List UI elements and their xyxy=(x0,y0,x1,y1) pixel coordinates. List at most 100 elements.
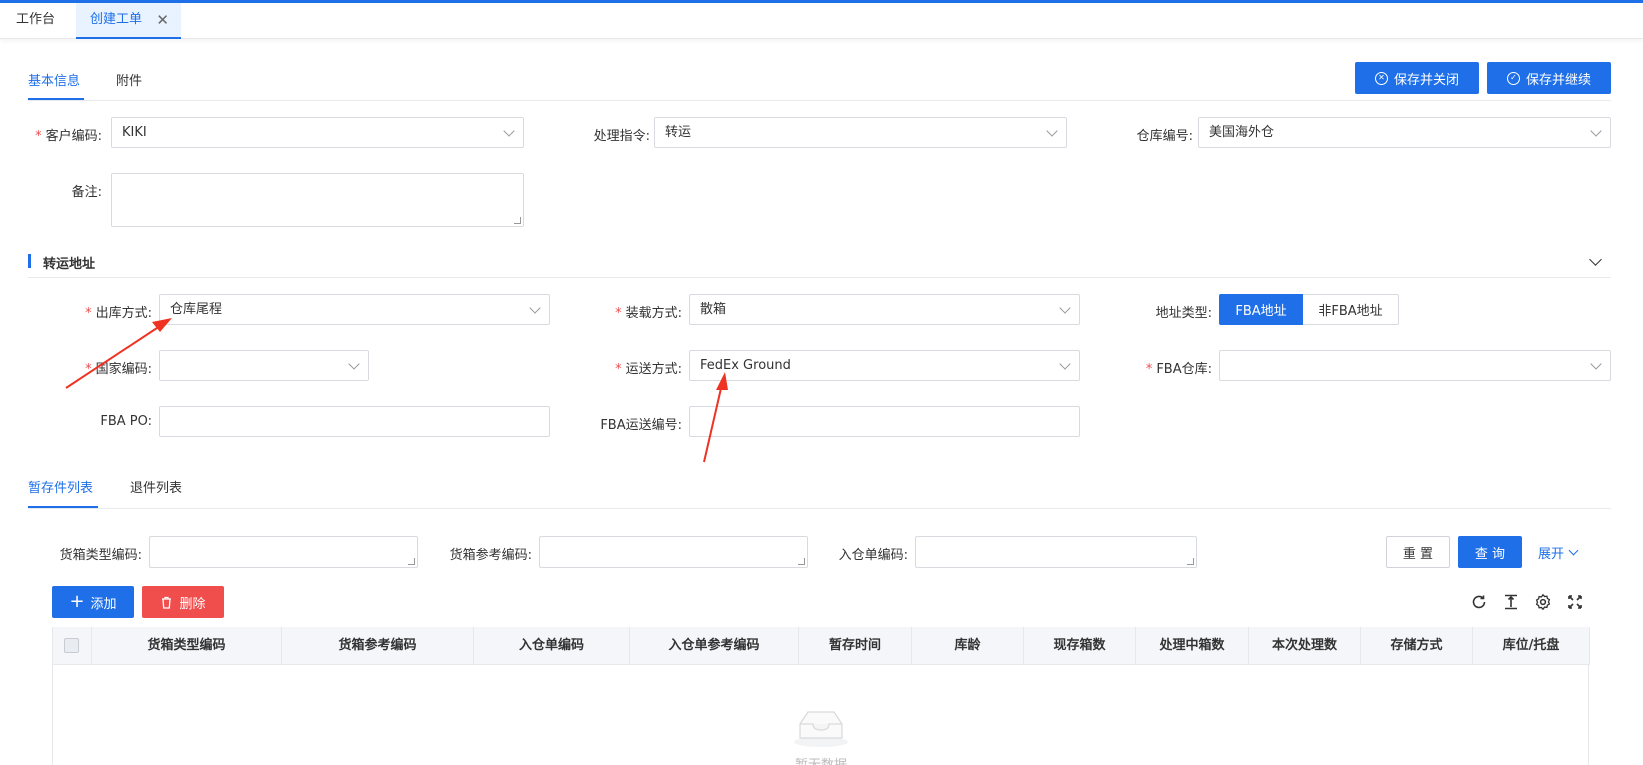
customer-code-value: KIKI xyxy=(122,125,147,140)
col-processing-boxes[interactable]: 处理中箱数 xyxy=(1136,627,1249,665)
empty-inbox-icon xyxy=(794,711,848,747)
close-icon[interactable]: ✕ xyxy=(156,3,169,37)
column-height-icon[interactable] xyxy=(1502,593,1520,611)
warehouse-value: 美国海外仓 xyxy=(1209,125,1275,140)
col-stage-time[interactable]: 暂存时间 xyxy=(799,627,912,665)
box-type-code-label: 货箱类型编码: xyxy=(59,548,142,563)
loading-method-value: 散箱 xyxy=(700,302,727,317)
expand-label: 展开 xyxy=(1538,547,1565,562)
resize-grip[interactable] xyxy=(514,217,521,224)
tab-create-ticket-label: 创建工单 xyxy=(90,12,143,27)
address-type-fba[interactable]: FBA地址 xyxy=(1219,294,1303,325)
country-code-label: * 国家编码: xyxy=(85,362,152,377)
loading-method-label-text: 装载方式: xyxy=(625,306,682,321)
refresh-icon[interactable] xyxy=(1470,593,1488,611)
col-inbound-ref-code[interactable]: 入仓单参考编码 xyxy=(630,627,799,665)
chevron-down-icon xyxy=(1590,358,1602,370)
tab-workbench[interactable]: 工作台 xyxy=(16,3,55,39)
col-storage-method[interactable]: 存储方式 xyxy=(1361,627,1473,665)
col-box-ref-code[interactable]: 货箱参考编码 xyxy=(282,627,474,665)
col-location-pallet[interactable]: 库位/托盘 xyxy=(1473,627,1590,665)
save-close-label: 保存并关闭 xyxy=(1393,72,1459,88)
tab-staged-list[interactable]: 暂存件列表 xyxy=(28,477,93,496)
fba-po-label: FBA PO: xyxy=(100,414,152,429)
loading-method-label: * 装载方式: xyxy=(615,306,682,321)
shipping-method-label: * 运送方式: xyxy=(615,362,682,377)
delete-button[interactable]: 删除 xyxy=(142,586,224,618)
address-type-non-fba[interactable]: 非FBA地址 xyxy=(1303,294,1399,325)
chevron-down-icon xyxy=(1046,125,1058,137)
tab-basic-info[interactable]: 基本信息 xyxy=(28,70,80,89)
settings-icon[interactable] xyxy=(1534,593,1552,611)
box-ref-code-input[interactable] xyxy=(539,536,808,568)
inbound-no-input[interactable] xyxy=(915,536,1197,568)
loading-method-select[interactable]: 散箱 xyxy=(689,294,1080,325)
close-circle-icon: ✕ xyxy=(1374,71,1388,85)
shipping-method-value: FedEx Ground xyxy=(700,358,791,373)
tab-attachments[interactable]: 附件 xyxy=(116,70,142,89)
save-continue-button[interactable]: ✓ 保存并继续 xyxy=(1487,62,1611,94)
trash-icon xyxy=(162,596,172,609)
country-code-label-text: 国家编码: xyxy=(95,362,152,377)
box-type-code-input[interactable] xyxy=(149,536,418,568)
outbound-method-label: * 出库方式: xyxy=(85,306,152,321)
fba-warehouse-label-text: FBA仓库: xyxy=(1156,362,1212,377)
tab-workbench-label: 工作台 xyxy=(16,12,56,27)
address-type-label: 地址类型: xyxy=(1155,306,1212,321)
chevron-down-icon xyxy=(529,302,541,314)
delete-label: 删除 xyxy=(179,596,206,612)
fba-po-input[interactable] xyxy=(159,406,550,437)
plus-icon: + xyxy=(69,591,85,612)
col-this-process-count[interactable]: 本次处理数 xyxy=(1249,627,1361,665)
instruction-select[interactable]: 转运 xyxy=(654,117,1067,148)
table-header: 货箱类型编码 货箱参考编码 入仓单编码 入仓单参考编码 暂存时间 库龄 现存箱数… xyxy=(53,627,1590,665)
outbound-method-select[interactable]: 仓库尾程 xyxy=(159,294,550,325)
expand-link[interactable]: 展开 xyxy=(1538,543,1579,562)
tab-return-list[interactable]: 退件列表 xyxy=(130,477,182,496)
customer-code-select[interactable]: KIKI xyxy=(111,117,524,148)
select-all-checkbox[interactable] xyxy=(64,638,79,653)
col-inbound-no[interactable]: 入仓单编码 xyxy=(474,627,630,665)
add-button[interactable]: + 添加 xyxy=(52,586,134,618)
remark-textarea[interactable] xyxy=(111,173,524,227)
tabs-divider xyxy=(28,100,1611,101)
tab-create-ticket[interactable]: 创建工单 ✕ xyxy=(76,3,181,39)
col-box-type-code[interactable]: 货箱类型编码 xyxy=(92,627,282,665)
instruction-value: 转运 xyxy=(665,125,692,140)
resize-grip[interactable] xyxy=(798,558,805,565)
instruction-label: 处理指令: xyxy=(593,129,650,144)
customer-code-label: * 客户编码: xyxy=(35,129,102,144)
empty-text: 暂无数据 xyxy=(785,754,857,765)
box-ref-code-label: 货箱参考编码: xyxy=(449,548,532,563)
fullscreen-icon[interactable] xyxy=(1566,593,1584,611)
add-label: 添加 xyxy=(90,596,117,612)
warehouse-select[interactable]: 美国海外仓 xyxy=(1198,117,1611,148)
collapse-chevron-icon[interactable] xyxy=(1589,253,1602,266)
save-close-button[interactable]: ✕ 保存并关闭 xyxy=(1355,62,1479,94)
resize-grip[interactable] xyxy=(1187,558,1194,565)
resize-grip[interactable] xyxy=(408,558,415,565)
query-button[interactable]: 查 询 xyxy=(1458,536,1522,568)
fba-shipping-no-input[interactable] xyxy=(689,406,1080,437)
section-accent-bar xyxy=(28,254,31,268)
col-current-boxes[interactable]: 现存箱数 xyxy=(1024,627,1136,665)
outbound-method-label-text: 出库方式: xyxy=(95,306,152,321)
shipping-method-select[interactable]: FedEx Ground xyxy=(689,350,1080,381)
fba-warehouse-label: * FBA仓库: xyxy=(1145,362,1212,377)
list-tabs-divider xyxy=(28,508,1611,509)
chevron-down-icon xyxy=(1059,302,1071,314)
fba-warehouse-select[interactable] xyxy=(1219,350,1611,381)
check-circle-icon: ✓ xyxy=(1506,71,1520,85)
country-code-select[interactable] xyxy=(159,350,369,381)
window-tabs-bar: 工作台 创建工单 ✕ xyxy=(0,3,1643,39)
select-all-cell xyxy=(53,627,92,665)
reset-button[interactable]: 重 置 xyxy=(1386,536,1450,568)
save-continue-label: 保存并继续 xyxy=(1525,72,1591,88)
inbound-no-label: 入仓单编码: xyxy=(838,548,908,563)
col-stock-age[interactable]: 库龄 xyxy=(912,627,1024,665)
chevron-down-icon xyxy=(1590,125,1602,137)
customer-code-label-text: 客户编码: xyxy=(45,129,102,144)
chevron-down-icon xyxy=(348,358,360,370)
fba-shipping-no-label: FBA运送编号: xyxy=(600,418,682,433)
section-title-transfer: 转运地址 xyxy=(43,257,96,272)
